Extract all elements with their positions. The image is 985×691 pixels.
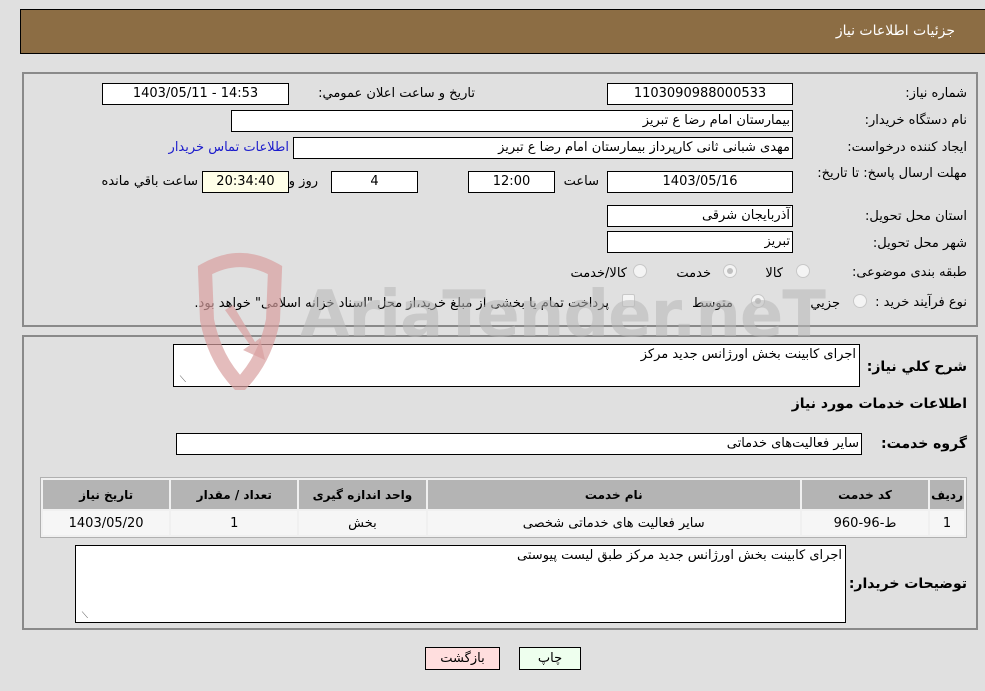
- col-service-code: کد خدمت: [801, 480, 929, 509]
- buyer-notes-label: توضيحات خريدار:: [848, 576, 967, 592]
- col-need-date: تاريخ نياز: [43, 480, 170, 509]
- deadline-label: مهلت ارسال پاسخ: تا تاریخ:: [817, 166, 967, 181]
- page-header: جزئیات اطلاعات نیاز: [20, 9, 985, 54]
- back-button[interactable]: بازگشت: [425, 647, 500, 670]
- city-field[interactable]: تبریز: [607, 231, 793, 253]
- cell-service-name: سایر فعالیت های خدماتی شخصی: [427, 511, 800, 535]
- province-field[interactable]: آذربایجان شرقی: [607, 205, 793, 227]
- need-number-label: شماره نیاز:: [905, 86, 967, 101]
- buyer-notes-textarea[interactable]: اجرای کابینت بخش اورژانس جدید مرکز طبق ل…: [75, 545, 846, 623]
- need-number-field[interactable]: 1103090988000533: [607, 83, 793, 105]
- announce-datetime-label: تاریخ و ساعت اعلان عمومي:: [318, 86, 475, 101]
- purchase-type-option-medium: متوسط: [692, 296, 733, 311]
- purchase-type-label: نوع فرآیند خرید :: [875, 295, 967, 310]
- summary-label: شرح کلي نياز:: [866, 359, 967, 375]
- cell-quantity: 1: [171, 511, 298, 535]
- cell-row: 1: [930, 511, 964, 535]
- col-row: رديف: [930, 480, 964, 509]
- print-button[interactable]: چاپ: [519, 647, 581, 670]
- purchase-type-radio-medium[interactable]: [751, 294, 765, 308]
- category-radio-goods[interactable]: [796, 264, 810, 278]
- cell-service-code: ط-96-960: [801, 511, 929, 535]
- purchase-type-option-minor: جزيي: [810, 296, 840, 311]
- category-option-goods: کالا: [765, 266, 783, 281]
- summary-textarea[interactable]: اجرای کابینت بخش اورژانس جدید مرکز ⟋: [173, 344, 860, 387]
- services-title: اطلاعات خدمات مورد نياز: [791, 396, 967, 412]
- cell-unit: بخش: [299, 511, 426, 535]
- deadline-time-label: ساعت: [563, 174, 599, 189]
- remaining-time-label: ساعت باقي مانده: [101, 174, 198, 189]
- cell-need-date: 1403/05/20: [43, 511, 170, 535]
- purchase-type-radio-minor[interactable]: [853, 294, 867, 308]
- deadline-date-field[interactable]: 1403/05/16: [607, 171, 793, 193]
- requester-field[interactable]: مهدی شبانی ثانی کارپرداز بیمارستان امام …: [293, 137, 793, 159]
- buyer-org-label: نام دستگاه خريدار:: [864, 113, 967, 128]
- requester-label: ايجاد کننده درخواست:: [847, 140, 967, 155]
- buyer-org-field[interactable]: بیمارستان امام رضا ع تبریز: [231, 110, 793, 132]
- buyer-notes-text: اجرای کابینت بخش اورژانس جدید مرکز طبق ل…: [517, 548, 842, 563]
- category-option-goods-service: کالا/خدمت: [570, 266, 627, 281]
- table-header-row: رديف کد خدمت نام خدمت واحد اندازه گيری ت…: [43, 480, 964, 509]
- services-table: رديف کد خدمت نام خدمت واحد اندازه گيری ت…: [40, 477, 967, 538]
- col-quantity: تعداد / مقدار: [171, 480, 298, 509]
- days-label: روز و: [288, 174, 318, 189]
- buyer-contact-link[interactable]: اطلاعات تماس خريدار: [169, 140, 289, 155]
- treasury-note: پرداخت تمام يا بخشی از مبلغ خريد،از محل …: [194, 296, 609, 311]
- category-radio-goods-service[interactable]: [633, 264, 647, 278]
- announce-datetime-field[interactable]: 1403/05/11 - 14:53: [102, 83, 289, 105]
- treasury-checkbox[interactable]: [622, 294, 635, 307]
- resize-grip-icon[interactable]: ⟋: [176, 375, 186, 385]
- summary-text: اجرای کابینت بخش اورژانس جدید مرکز: [640, 347, 856, 362]
- col-service-name: نام خدمت: [427, 480, 800, 509]
- city-label: شهر محل تحويل:: [872, 236, 967, 251]
- remaining-days-field[interactable]: 4: [331, 171, 418, 193]
- page-title: جزئیات اطلاعات نیاز: [835, 23, 955, 39]
- col-unit: واحد اندازه گيری: [299, 480, 426, 509]
- resize-grip-icon[interactable]: ⟋: [78, 611, 88, 621]
- category-label: طبقه بندی موضوعی:: [851, 265, 967, 280]
- deadline-time-field[interactable]: 12:00: [468, 171, 555, 193]
- service-group-field[interactable]: سایر فعالیت‌های خدماتی: [176, 433, 862, 455]
- category-radio-service[interactable]: [723, 264, 737, 278]
- table-row: 1 ط-96-960 سایر فعالیت های خدماتی شخصی ب…: [43, 511, 964, 535]
- category-option-service: خدمت: [676, 266, 711, 281]
- service-group-label: گروه خدمت:: [881, 436, 967, 452]
- remaining-time-field: 20:34:40: [202, 171, 289, 193]
- province-label: استان محل تحويل:: [865, 209, 967, 224]
